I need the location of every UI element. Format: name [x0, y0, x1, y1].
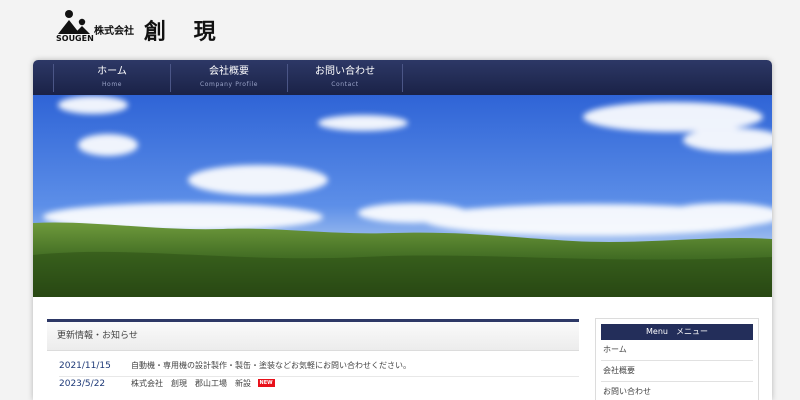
news-item[interactable]: 2023/5/22 株式会社 創現 郡山工場 新設 NEW [59, 377, 579, 391]
news-date: 2023/5/22 [59, 379, 106, 389]
news-item[interactable]: 2021/11/15 自動機・専用機の設計製作・製缶・塗装などお気軽にお問い合わ… [59, 359, 579, 373]
nav-item-contact[interactable]: お問い合わせ Contact [288, 60, 402, 95]
nav-item-company[interactable]: 会社概要 Company Profile [171, 60, 287, 95]
nav-separator [402, 64, 403, 92]
side-menu-title: Menu メニュー [601, 324, 753, 340]
side-menu-item-home[interactable]: ホーム [601, 340, 753, 361]
news-text-wrap[interactable]: 株式会社 創現 郡山工場 新設 NEW [131, 377, 275, 391]
global-nav: ホーム Home 会社概要 Company Profile お問い合わせ Con… [33, 60, 772, 95]
news-title: 更新情報・お知らせ [47, 319, 579, 351]
nav-label: ホーム [97, 66, 127, 77]
side-menu-item-contact[interactable]: お問い合わせ [601, 382, 753, 400]
side-menu: Menu メニュー ホーム 会社概要 お問い合わせ [595, 318, 759, 400]
main-container: ホーム Home 会社概要 Company Profile お問い合わせ Con… [33, 60, 772, 400]
hero-image [33, 95, 772, 297]
side-menu-item-company[interactable]: 会社概要 [601, 361, 753, 382]
company-name: 創 現 [144, 19, 226, 45]
nav-sublabel: Company Profile [199, 81, 259, 88]
company-prefix: 株式会社 [94, 26, 134, 37]
site-logo[interactable]: SOUGEN 株式会社 創 現 [56, 8, 226, 48]
nav-sublabel: Contact [331, 81, 359, 88]
new-badge: NEW [257, 379, 275, 387]
news-text: 株式会社 創現 郡山工場 新設 [131, 379, 251, 388]
nav-label: お問い合わせ [315, 66, 375, 77]
nav-sublabel: Home [101, 81, 123, 88]
news-text[interactable]: 自動機・専用機の設計製作・製缶・塗装などお気軽にお問い合わせください。 [131, 359, 411, 373]
nav-item-home[interactable]: ホーム Home [54, 60, 170, 95]
news-date: 2021/11/15 [59, 361, 111, 371]
logo-subtitle: SOUGEN [56, 34, 94, 43]
news-section: 更新情報・お知らせ 2021/11/15 自動機・専用機の設計製作・製缶・塗装な… [47, 319, 579, 391]
site-header: SOUGEN 株式会社 創 現 [0, 0, 800, 60]
nav-label: 会社概要 [209, 66, 249, 77]
